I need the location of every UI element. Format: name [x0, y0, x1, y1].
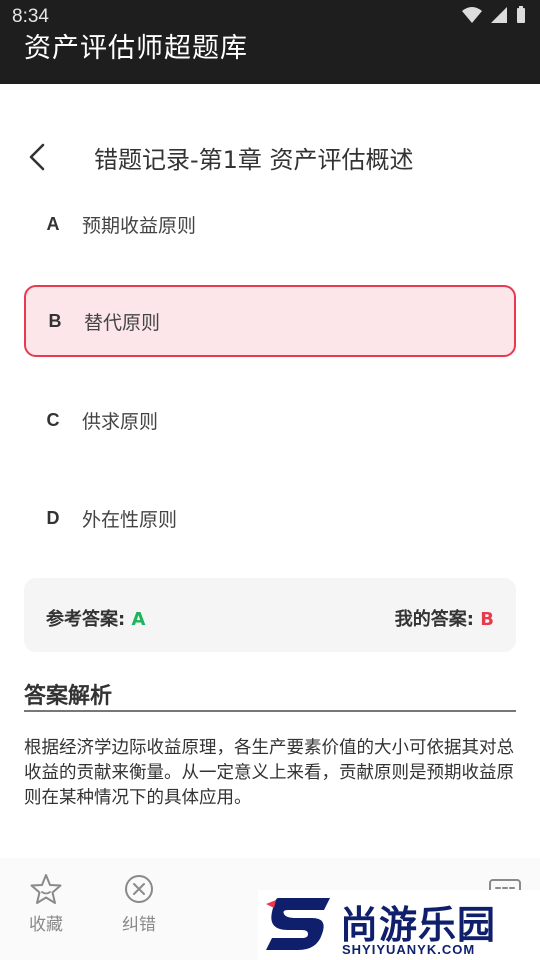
page-title: 错题记录-第1章 资产评估概述	[94, 146, 414, 174]
close-circle-icon	[125, 875, 153, 903]
option-a[interactable]: A 预期收益原则	[24, 188, 516, 260]
reference-answer-label: 参考答案:	[46, 609, 126, 630]
reference-answer: 参考答案: A	[46, 605, 145, 631]
divider	[24, 710, 516, 712]
option-letter: B	[48, 310, 62, 331]
analysis-title: 答案解析	[24, 684, 113, 709]
option-text: 外在性原则	[82, 508, 178, 531]
status-icons	[462, 6, 526, 24]
star-icon	[30, 874, 62, 904]
collect-label: 收藏	[29, 915, 63, 935]
option-letter: D	[46, 507, 60, 528]
option-letter: A	[46, 213, 60, 234]
app-bar: 8:34 资产评估师超题库	[0, 0, 540, 84]
chevron-left-icon[interactable]	[22, 140, 56, 174]
option-b-wrong[interactable]: B 替代原则	[24, 285, 516, 357]
analysis-text: 根据经济学边际收益原理，各生产要素价值的大小可依据其对总收益的贡献来衡量。从一定…	[24, 738, 514, 808]
option-d[interactable]: D 外在性原则	[24, 482, 516, 554]
watermark-logo-icon	[266, 898, 330, 950]
my-answer-value: B	[480, 609, 494, 630]
report-error-label: 纠错	[122, 915, 156, 935]
collect-button[interactable]: 收藏	[14, 872, 78, 935]
page-header: 错题记录-第1章 资产评估概述	[0, 130, 540, 186]
watermark: 尚游乐园 SHYIYUANYK.COM	[258, 890, 540, 960]
option-text: 供求原则	[82, 410, 159, 433]
option-letter: C	[46, 409, 60, 430]
my-answer: 我的答案: B	[395, 605, 494, 631]
answer-summary: 参考答案: A 我的答案: B	[24, 578, 516, 652]
watermark-url: SHYIYUANYK.COM	[342, 942, 476, 957]
option-c[interactable]: C 供求原则	[24, 384, 516, 456]
wifi-icon	[462, 7, 482, 23]
app-title: 资产评估师超题库	[24, 33, 248, 64]
battery-icon	[517, 6, 525, 23]
my-answer-label: 我的答案:	[394, 609, 474, 630]
watermark-text: 尚游乐园	[340, 903, 497, 947]
signal-icon	[491, 7, 507, 23]
option-text: 替代原则	[84, 311, 161, 334]
status-time: 8:34	[12, 6, 49, 27]
report-error-button[interactable]: 纠错	[107, 872, 171, 935]
option-text: 预期收益原则	[82, 214, 197, 237]
reference-answer-value: A	[131, 609, 146, 630]
